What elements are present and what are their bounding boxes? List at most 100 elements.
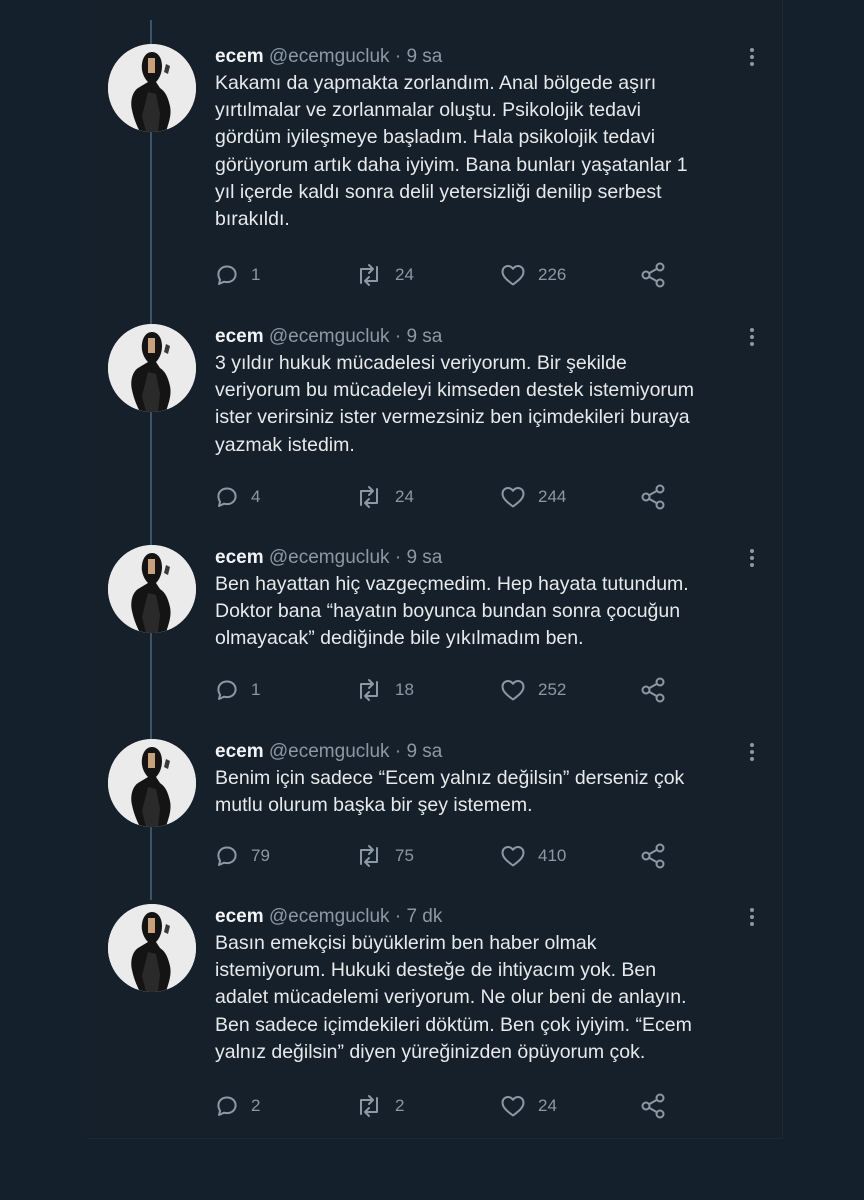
timestamp[interactable]: 9 sa: [406, 547, 442, 568]
retweet-count: 18: [395, 680, 414, 699]
display-name[interactable]: ecem: [215, 741, 264, 762]
avatar[interactable]: [108, 545, 196, 633]
retweet-icon: [360, 264, 378, 286]
tweet-text: Basın emekçisi büyüklerim ben haber olma…: [215, 932, 692, 1063]
heart-icon: [501, 487, 525, 508]
timestamp[interactable]: 7 dk: [406, 906, 442, 927]
tweet-header: ecem @ecemgucluk · 9 sa: [215, 44, 442, 70]
tweet-header: ecem @ecemgucluk · 9 sa: [215, 324, 442, 350]
avatar[interactable]: [108, 904, 196, 992]
retweet-button[interactable]: 24: [355, 262, 414, 288]
retweet-button[interactable]: 2: [355, 1093, 404, 1119]
separator: ·: [394, 547, 402, 568]
share-icon: [641, 1093, 665, 1119]
timestamp[interactable]: 9 sa: [406, 326, 442, 347]
tweet-header: ecem @ecemgucluk · 9 sa: [215, 739, 442, 765]
heart-icon: [501, 1096, 525, 1117]
timestamp[interactable]: 9 sa: [406, 741, 442, 762]
like-button[interactable]: 252: [500, 677, 566, 703]
like-button[interactable]: 24: [500, 1093, 557, 1119]
share-button[interactable]: [640, 484, 668, 510]
tweet-header: ecem @ecemgucluk · 9 sa: [215, 545, 442, 571]
reply-button[interactable]: 79: [215, 843, 270, 869]
like-button[interactable]: 410: [500, 843, 566, 869]
user-handle[interactable]: @ecemgucluk: [269, 741, 390, 762]
user-handle[interactable]: @ecemgucluk: [269, 326, 390, 347]
heart-icon: [501, 680, 525, 701]
display-name[interactable]: ecem: [215, 906, 264, 927]
reply-button[interactable]: 1: [215, 262, 260, 288]
retweet-icon: [360, 486, 378, 508]
reply-button[interactable]: 1: [215, 677, 260, 703]
user-handle[interactable]: @ecemgucluk: [269, 906, 390, 927]
like-button[interactable]: 244: [500, 484, 566, 510]
retweet-count: 24: [395, 487, 414, 506]
timestamp[interactable]: 9 sa: [406, 46, 442, 67]
share-button[interactable]: [640, 262, 668, 288]
tweet-actions: 1 18 252: [215, 677, 745, 703]
separator: ·: [394, 741, 402, 762]
like-count: 244: [538, 487, 567, 506]
reply-count: 1: [251, 680, 261, 699]
more-options-icon[interactable]: [745, 739, 759, 765]
tweet-text: 3 yıldır hukuk mücadelesi veriyorum. Bir…: [215, 352, 695, 456]
avatar[interactable]: [108, 44, 196, 132]
user-handle[interactable]: @ecemgucluk: [269, 46, 390, 67]
retweet-count: 24: [395, 265, 414, 284]
like-count: 226: [538, 265, 567, 284]
retweet-icon: [360, 845, 378, 867]
user-handle[interactable]: @ecemgucluk: [269, 547, 390, 568]
reply-count: 1: [251, 265, 261, 284]
like-count: 252: [538, 680, 567, 699]
more-options-icon[interactable]: [745, 904, 759, 930]
like-button[interactable]: 226: [500, 262, 566, 288]
avatar[interactable]: [108, 324, 196, 412]
heart-icon: [501, 265, 525, 286]
retweet-icon: [360, 679, 378, 701]
more-options-icon[interactable]: [745, 324, 759, 350]
share-icon: [641, 843, 665, 869]
share-icon: [641, 484, 665, 510]
retweet-icon: [360, 1095, 378, 1117]
more-options-icon[interactable]: [745, 545, 759, 571]
reply-icon: [217, 846, 237, 866]
reply-button[interactable]: 2: [215, 1093, 260, 1119]
share-button[interactable]: [640, 1093, 668, 1119]
tweet-text: Kakamı da yapmakta zorlandım. Anal bölge…: [215, 72, 688, 231]
retweet-count: 75: [395, 846, 414, 865]
separator: ·: [394, 326, 402, 347]
retweet-count: 2: [395, 1096, 405, 1115]
reply-icon: [217, 680, 237, 700]
reply-icon: [217, 487, 237, 507]
share-button[interactable]: [640, 677, 668, 703]
share-icon: [641, 262, 665, 288]
reply-count: 2: [251, 1096, 261, 1115]
display-name[interactable]: ecem: [215, 326, 264, 347]
like-count: 410: [538, 846, 567, 865]
retweet-button[interactable]: 75: [355, 843, 414, 869]
avatar[interactable]: [108, 739, 196, 827]
tweet-actions: 1 24 226: [215, 262, 745, 288]
separator: ·: [394, 46, 402, 67]
tweet-header: ecem @ecemgucluk · 7 dk: [215, 904, 442, 930]
reply-icon: [217, 265, 237, 285]
separator: ·: [394, 906, 402, 927]
share-icon: [641, 677, 665, 703]
reply-count: 4: [251, 487, 261, 506]
display-name[interactable]: ecem: [215, 46, 264, 67]
display-name[interactable]: ecem: [215, 547, 264, 568]
tweet-actions: 79 75 410: [215, 843, 745, 869]
tweet-actions: 2 2 24: [215, 1093, 745, 1119]
reply-button[interactable]: 4: [215, 484, 260, 510]
heart-icon: [501, 846, 525, 867]
like-count: 24: [538, 1096, 557, 1115]
reply-icon: [217, 1096, 237, 1116]
tweet-text: Ben hayattan hiç vazgeçmedim. Hep hayata…: [215, 573, 689, 650]
retweet-button[interactable]: 24: [355, 484, 414, 510]
tweet-text: Benim için sadece “Ecem yalnız değilsin”…: [215, 767, 685, 817]
reply-count: 79: [251, 846, 270, 865]
more-options-icon[interactable]: [745, 44, 759, 70]
retweet-button[interactable]: 18: [355, 677, 414, 703]
tweet-actions: 4 24 244: [215, 484, 745, 510]
share-button[interactable]: [640, 843, 668, 869]
